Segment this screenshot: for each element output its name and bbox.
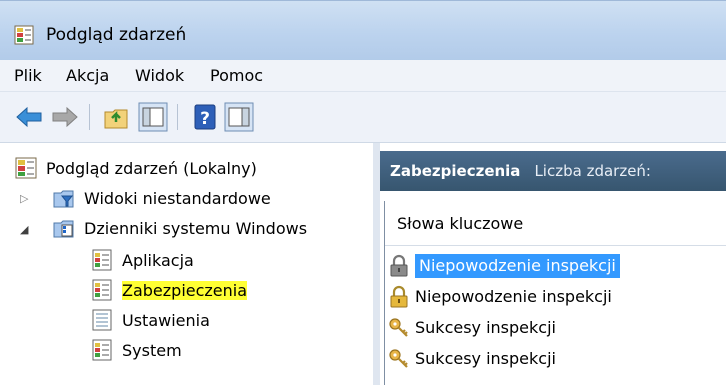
tree-item-security[interactable]: Zabezpieczenia <box>90 275 248 305</box>
table-row[interactable]: Niepowodzenie inspekcji <box>385 250 726 281</box>
log-folder-icon <box>53 220 74 238</box>
lock-icon <box>390 285 408 307</box>
lock-icon <box>390 254 408 276</box>
event-viewer-icon <box>15 157 37 179</box>
table-row[interactable]: Sukcesy inspekcji <box>385 343 726 374</box>
log-icon <box>92 339 112 361</box>
expand-arrow-icon[interactable]: ▷ <box>20 192 28 205</box>
show-hide-action-pane-icon[interactable] <box>224 102 254 132</box>
menu-action[interactable]: Akcja <box>66 66 109 85</box>
svg-text:?: ? <box>200 109 210 129</box>
event-grid: Słowa kluczowe Niepowodzenie inspekcji N… <box>384 201 726 385</box>
log-title: Zabezpieczenia <box>390 162 521 180</box>
tree-item-label: Podgląd zdarzeń (Lokalny) <box>46 158 257 178</box>
title-bar: Podgląd zdarzeń <box>0 0 726 61</box>
menu-view[interactable]: Widok <box>135 66 184 85</box>
show-hide-tree-icon[interactable] <box>138 102 168 132</box>
tree-item-label: Dzienniki systemu Windows <box>84 218 308 238</box>
tree-item-application[interactable]: Aplikacja <box>90 245 194 275</box>
toolbar-separator <box>177 104 178 130</box>
column-header-keywords[interactable]: Słowa kluczowe <box>385 201 726 246</box>
key-icon <box>389 348 408 368</box>
toolbar: ? <box>0 92 726 143</box>
event-viewer-icon <box>14 25 34 45</box>
key-icon <box>389 317 408 337</box>
log-icon <box>92 309 112 331</box>
filter-folder-icon <box>53 190 74 208</box>
tree-item-label: System <box>122 340 182 360</box>
tree-item-windows-logs[interactable]: Dzienniki systemu Windows <box>52 213 307 243</box>
up-folder-icon[interactable] <box>102 102 132 132</box>
tree-item-custom-views[interactable]: Widoki niestandardowe <box>52 183 271 213</box>
log-icon <box>92 249 112 271</box>
tree-item-label: Aplikacja <box>122 250 194 270</box>
table-row[interactable]: Sukcesy inspekcji <box>385 312 726 343</box>
keyword-cell: Sukcesy inspekcji <box>415 349 556 368</box>
back-arrow-icon[interactable] <box>14 102 44 132</box>
pane-splitter[interactable] <box>373 143 380 385</box>
keyword-cell: Sukcesy inspekcji <box>415 318 556 337</box>
log-header: Zabezpieczenia Liczba zdarzeń: <box>380 151 726 191</box>
keyword-cell: Niepowodzenie inspekcji <box>415 287 612 306</box>
help-icon[interactable]: ? <box>190 102 220 132</box>
tree-item-system[interactable]: System <box>90 335 182 365</box>
event-count-label: Liczba zdarzeń: <box>534 162 651 180</box>
menu-help[interactable]: Pomoc <box>210 66 263 85</box>
tree-item-root[interactable]: Podgląd zdarzeń (Lokalny) <box>14 153 257 183</box>
navigation-tree: Podgląd zdarzeń (Lokalny) ▷ Widoki niest… <box>0 143 374 385</box>
log-icon <box>92 279 112 301</box>
keyword-cell: Niepowodzenie inspekcji <box>415 253 620 278</box>
tree-item-label: Ustawienia <box>122 310 210 330</box>
window-title: Podgląd zdarzeń <box>46 25 187 45</box>
collapse-arrow-icon[interactable]: ◢ <box>20 223 28 236</box>
tree-item-label: Widoki niestandardowe <box>84 188 271 208</box>
menu-bar: Plik Akcja Widok Pomoc <box>0 60 726 92</box>
tree-item-setup[interactable]: Ustawienia <box>90 305 210 335</box>
menu-file[interactable]: Plik <box>14 66 42 85</box>
tree-item-label: Zabezpieczenia <box>122 280 248 300</box>
table-row[interactable]: Niepowodzenie inspekcji <box>385 281 726 312</box>
toolbar-separator <box>89 104 90 130</box>
log-view-pane: Zabezpieczenia Liczba zdarzeń: Słowa klu… <box>380 143 726 385</box>
forward-arrow-icon[interactable] <box>50 102 80 132</box>
